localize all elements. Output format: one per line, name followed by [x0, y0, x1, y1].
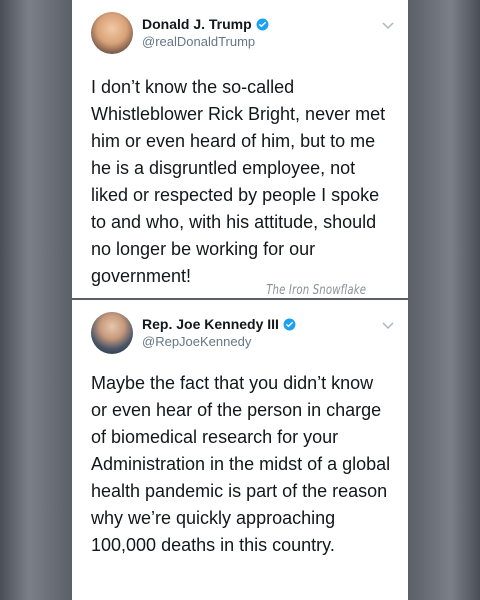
watermark: The Iron Snowflake — [266, 283, 366, 298]
tweet-card[interactable]: Donald J. Trump @realDonaldTrump I don’t… — [72, 0, 408, 298]
blurred-backdrop-right — [408, 0, 480, 600]
blurred-backdrop-left — [0, 0, 72, 600]
author-handle[interactable]: @RepJoeKennedy — [142, 334, 251, 349]
avatar[interactable] — [91, 312, 133, 354]
verified-badge-icon — [283, 318, 296, 330]
author-row: Rep. Joe Kennedy III — [142, 316, 296, 332]
tweet-text: I don’t know the so-called Whistleblower… — [91, 77, 386, 286]
author-row: Donald J. Trump — [142, 16, 269, 32]
tweet-text: Maybe the fact that you didn’t know or e… — [91, 373, 391, 555]
author-name[interactable]: Rep. Joe Kennedy III — [142, 316, 279, 332]
author-name[interactable]: Donald J. Trump — [142, 16, 252, 32]
avatar[interactable] — [91, 12, 133, 54]
tweet-card[interactable]: Rep. Joe Kennedy III @RepJoeKennedy Mayb… — [72, 300, 408, 600]
chevron-down-icon[interactable] — [382, 322, 394, 330]
verified-badge-icon — [256, 18, 269, 30]
author-handle[interactable]: @realDonaldTrump — [142, 34, 255, 49]
chevron-down-icon[interactable] — [382, 22, 394, 30]
